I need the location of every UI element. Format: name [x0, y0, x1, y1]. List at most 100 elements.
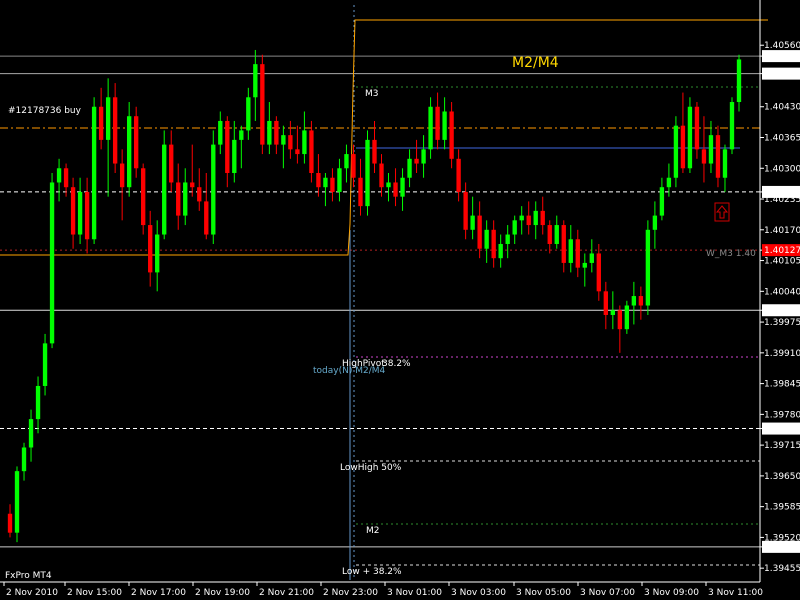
bear-candle: [260, 64, 265, 145]
time-tick-label: 2 Nov 2010: [6, 588, 58, 598]
bull-candle: [736, 59, 742, 103]
bear-candle: [694, 106, 700, 150]
bear-candle: [491, 229, 496, 259]
bull-candle: [729, 102, 735, 150]
bear-candle: [7, 513, 13, 533]
terminal-label: FxPro MT4: [5, 571, 52, 581]
bull-candle: [302, 130, 307, 155]
bull-candle: [337, 168, 342, 192]
bear-candle: [119, 163, 125, 188]
bear-candle: [288, 135, 293, 150]
bull-candle: [498, 243, 503, 259]
bull-candle: [126, 116, 132, 188]
bull-candle: [14, 471, 20, 533]
price-tick-label: 1.40430: [764, 103, 800, 113]
bull-candle: [659, 187, 665, 216]
bear-candle: [638, 296, 644, 306]
price-tick-label: 1.40500: [764, 70, 800, 80]
bear-candle: [617, 310, 623, 330]
time-tick-label: 2 Nov 19:00: [195, 588, 250, 598]
bear-candle: [98, 106, 104, 140]
bull-candle: [281, 135, 286, 145]
bear-candle: [449, 111, 454, 159]
bull-candle: [652, 215, 658, 230]
time-tick-label: 3 Nov 11:00: [708, 588, 763, 598]
bear-candle: [575, 239, 580, 268]
bull-candle: [673, 125, 679, 178]
bear-candle: [526, 215, 531, 226]
bull-candle: [155, 234, 160, 273]
price-tick-label: 1.40300: [764, 164, 800, 174]
bull-candle: [624, 305, 630, 330]
bull-candle: [519, 215, 524, 221]
bear-candle: [190, 182, 195, 188]
price-tick-label: 1.40000: [764, 306, 800, 316]
bear-candle: [330, 177, 335, 192]
bear-candle: [393, 182, 398, 197]
bull-candle: [105, 97, 111, 140]
bull-candle: [386, 182, 391, 188]
chart-canvas[interactable]: #12178736 buyM3HighPivot38.2%today(N) M2…: [0, 0, 800, 600]
bear-candle: [309, 130, 314, 174]
bull-candle: [407, 158, 412, 178]
time-tick-label: 3 Nov 03:00: [451, 588, 506, 598]
m3-label: M3: [365, 89, 379, 99]
price-tick-label: 1.40560: [764, 41, 800, 51]
bear-candle: [414, 158, 419, 164]
price-tick-label: 1.39455: [764, 564, 800, 574]
time-tick-label: 3 Nov 09:00: [644, 588, 699, 598]
time-tick-label: 2 Nov 23:00: [323, 588, 378, 598]
bull-candle: [582, 262, 587, 268]
time-tick-label: 3 Nov 07:00: [580, 588, 635, 598]
bear-candle: [540, 210, 545, 226]
bull-candle: [610, 310, 615, 315]
bear-candle: [379, 163, 384, 188]
price-tick-label: 1.39750: [764, 425, 800, 435]
bear-candle: [358, 177, 363, 207]
bull-candle: [708, 135, 714, 164]
bear-candle: [596, 253, 601, 292]
buy-order-label: #12178736 buy: [8, 106, 82, 116]
bull-candle: [470, 215, 475, 230]
bull-candle: [589, 253, 594, 263]
bull-candle: [91, 106, 97, 240]
bull-candle: [484, 229, 489, 249]
bull-candle: [344, 154, 349, 169]
bull-candle: [239, 130, 244, 140]
price-tick-label: 1.39715: [764, 441, 800, 451]
price-tick-label: 1.39585: [764, 503, 800, 513]
time-tick-label: 2 Nov 21:00: [259, 588, 314, 598]
time-tick-label: 3 Nov 01:00: [387, 588, 442, 598]
price-tick-label: 1.40235: [764, 195, 800, 205]
price-tick-label: 1.39780: [764, 410, 800, 420]
bear-candle: [84, 191, 90, 240]
bear-candle: [148, 225, 153, 273]
bull-candle: [49, 182, 55, 344]
bull-candle: [253, 64, 258, 98]
bear-candle: [456, 158, 461, 192]
price-tick-label: 1.39910: [764, 349, 800, 359]
bear-candle: [225, 120, 230, 174]
bull-candle: [218, 120, 223, 145]
bull-candle: [568, 239, 573, 263]
bear-candle: [547, 225, 552, 244]
price-tick-label: 1.40170: [764, 226, 800, 236]
bear-candle: [197, 187, 202, 202]
bear-candle: [715, 135, 721, 178]
bull-candle: [28, 419, 34, 448]
bear-candle: [680, 125, 686, 169]
bull-candle: [666, 177, 672, 188]
chart-background: [0, 0, 800, 600]
time-tick-label: 2 Nov 15:00: [67, 588, 122, 598]
bull-candle: [554, 225, 559, 244]
price-tick-label: 1.39845: [764, 380, 800, 390]
price-tick-label: 1.39650: [764, 472, 800, 482]
bear-candle: [435, 106, 440, 140]
price-tick-label: 1.39500: [764, 543, 800, 553]
time-tick-label: 2 Nov 17:00: [131, 588, 186, 598]
bear-candle: [112, 97, 118, 164]
bear-candle: [603, 291, 608, 315]
bear-candle: [295, 149, 300, 155]
bull-candle: [533, 210, 538, 226]
today-label: today(N) M2/M4: [313, 366, 385, 376]
